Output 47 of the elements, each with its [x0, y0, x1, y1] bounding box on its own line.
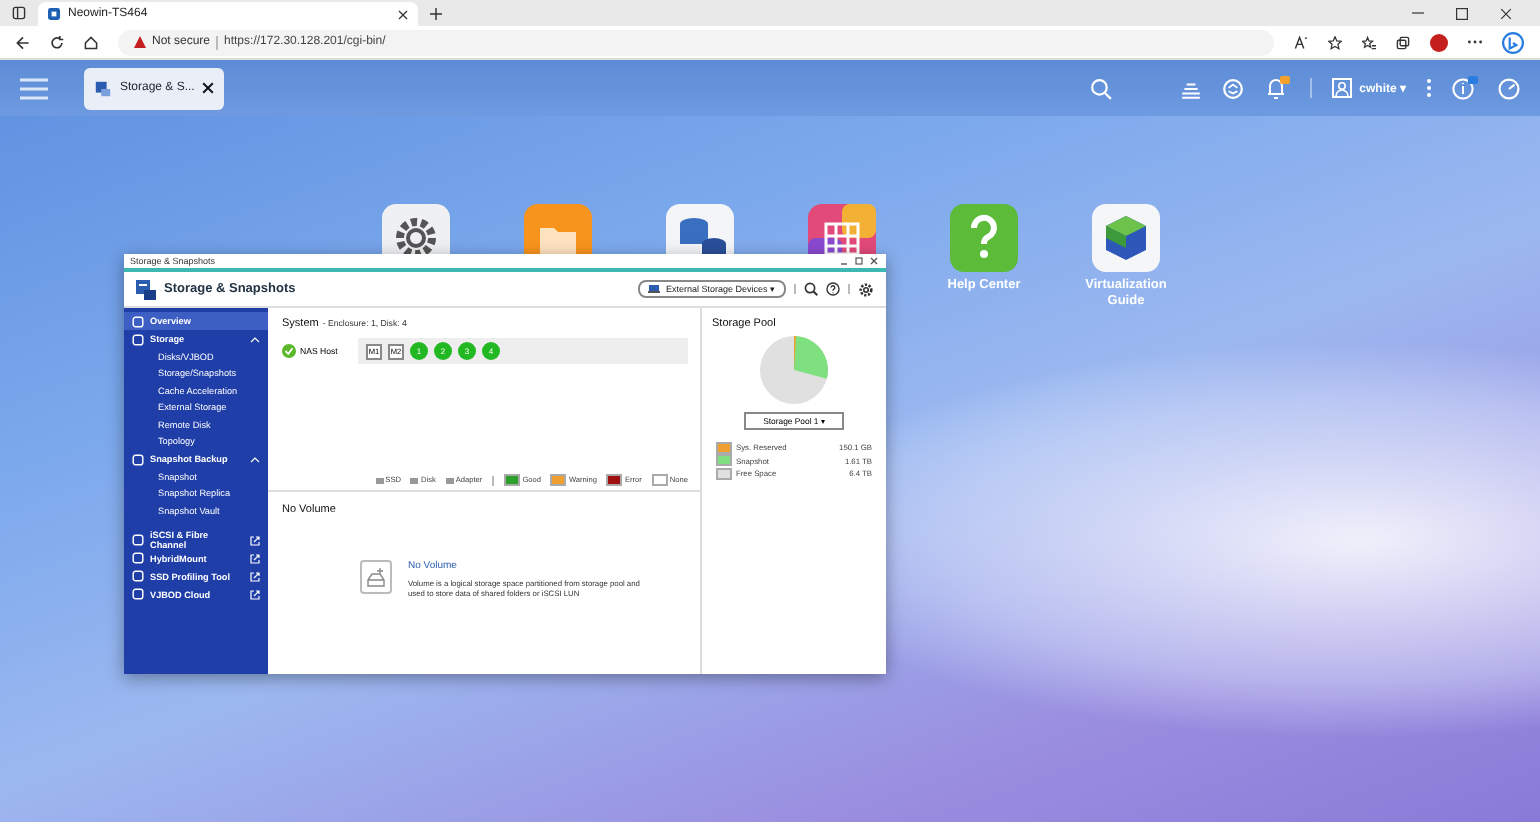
storage-icon [136, 279, 156, 299]
tab-actions-icon[interactable] [12, 6, 26, 20]
favorites-icon[interactable] [1362, 35, 1376, 49]
pie-chart-drawing [760, 336, 828, 404]
close-icon[interactable] [398, 9, 408, 19]
new-tab-icon[interactable] [430, 8, 442, 20]
database-icon[interactable] [666, 204, 734, 254]
legend-icon [445, 477, 454, 483]
menu-icon[interactable] [20, 77, 48, 99]
app-grid-icon[interactable] [808, 204, 876, 254]
gauge-icon[interactable] [1498, 77, 1520, 99]
profile-avatar[interactable] [1430, 33, 1448, 51]
check-icon [282, 344, 296, 358]
legend-icon [410, 477, 419, 483]
close-icon[interactable] [1500, 7, 1512, 19]
device-icon [647, 284, 660, 294]
nas-logo-icon [48, 8, 60, 20]
window-controls-icon[interactable] [840, 256, 880, 266]
chevron-icon[interactable] [250, 455, 260, 463]
more-options-icon[interactable] [1426, 78, 1432, 98]
user-icon [1331, 78, 1352, 98]
refresh-icon[interactable] [50, 35, 64, 49]
menu-item-icon [132, 453, 144, 465]
search-icon[interactable] [804, 282, 818, 296]
external-link-icon[interactable] [250, 535, 260, 545]
external-link-icon[interactable] [250, 571, 260, 581]
back-icon[interactable] [16, 35, 30, 49]
star-icon[interactable] [1328, 35, 1342, 49]
storage-icon [94, 79, 112, 97]
info-icon[interactable] [1452, 76, 1478, 100]
sync-icon[interactable] [1221, 77, 1244, 99]
gear-icon[interactable] [382, 204, 450, 254]
cube-icon[interactable] [1092, 204, 1160, 272]
close-icon[interactable] [202, 82, 215, 94]
warning-icon [134, 36, 146, 48]
maximize-icon[interactable] [1456, 7, 1468, 19]
legend-icon [375, 477, 384, 483]
read-aloud-icon[interactable] [1294, 35, 1308, 49]
help-icon[interactable] [826, 282, 840, 296]
external-link-icon[interactable] [250, 589, 260, 599]
bell-icon[interactable] [1263, 76, 1290, 100]
external-link-icon[interactable] [250, 553, 260, 563]
settings-icon[interactable] [858, 281, 874, 297]
home-icon[interactable] [84, 35, 98, 49]
collections-icon[interactable] [1396, 35, 1410, 49]
chevron-icon[interactable] [250, 335, 260, 343]
empty-volume-icon [360, 560, 392, 594]
